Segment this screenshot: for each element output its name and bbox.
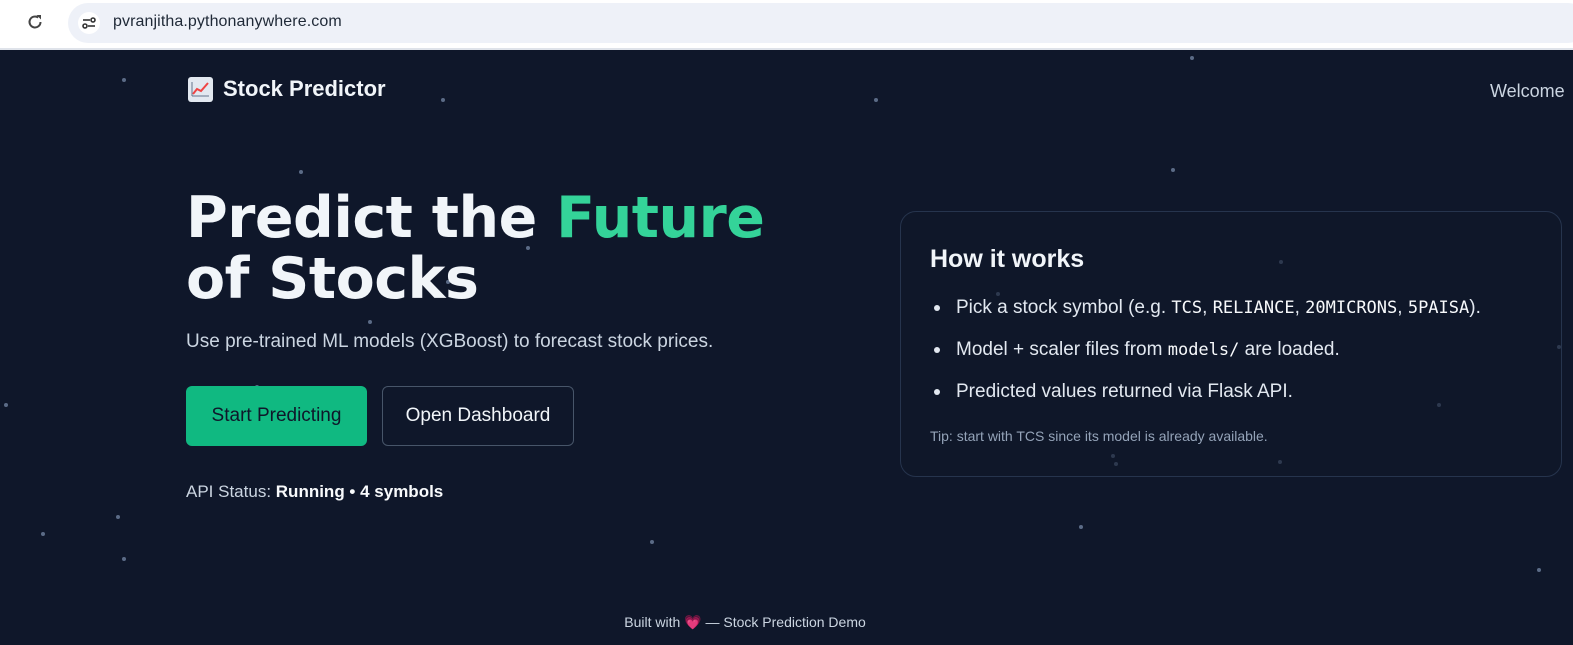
start-predicting-button[interactable]: Start Predicting xyxy=(186,386,367,446)
footer: Built with 💗 — Stock Prediction Demo xyxy=(0,614,1490,631)
star-decoration xyxy=(1079,525,1083,529)
star-decoration xyxy=(4,403,8,407)
api-status-label: API Status: xyxy=(186,482,272,501)
list-item: Pick a stock symbol (e.g. TCS, RELIANCE,… xyxy=(930,295,1481,337)
url-text[interactable]: pvranjitha.pythonanywhere.com xyxy=(113,13,342,31)
star-decoration xyxy=(650,540,654,544)
address-bar[interactable]: pvranjitha.pythonanywhere.com xyxy=(68,3,1573,43)
heart-icon: 💗 xyxy=(684,614,702,630)
symbol-code: 5PAISA xyxy=(1407,298,1470,318)
open-dashboard-button[interactable]: Open Dashboard xyxy=(382,386,574,446)
hero-title-part1: Predict the xyxy=(186,185,557,251)
brand[interactable]: Stock Predictor xyxy=(188,76,386,102)
list-item-text: ). xyxy=(1469,297,1481,318)
brand-name: Stock Predictor xyxy=(223,76,386,101)
how-it-works-card: How it works Pick a stock symbol (e.g. T… xyxy=(900,211,1562,477)
symbol-code: 20MICRONS xyxy=(1305,298,1398,318)
api-status-value: Running • 4 symbols xyxy=(275,482,444,501)
how-it-works-list: Pick a stock symbol (e.g. TCS, RELIANCE,… xyxy=(930,295,1481,421)
models-path-code: models/ xyxy=(1167,340,1240,360)
star-decoration xyxy=(299,170,303,174)
star-decoration xyxy=(1190,56,1194,60)
star-decoration xyxy=(368,320,372,324)
symbol-code: TCS xyxy=(1171,298,1203,318)
star-decoration xyxy=(874,98,878,102)
star-decoration xyxy=(1537,568,1541,572)
card-title: How it works xyxy=(930,245,1085,273)
list-item-text: Model + scaler files from xyxy=(956,339,1168,360)
welcome-text: Welcome xyxy=(1490,81,1565,101)
list-item-text: Pick a stock symbol (e.g. xyxy=(956,297,1172,318)
star-decoration xyxy=(441,98,445,102)
reload-icon[interactable] xyxy=(24,11,46,33)
api-status: API Status: Running • 4 symbols xyxy=(186,482,443,502)
hero-title-part2: of Stocks xyxy=(186,246,479,312)
list-item: Predicted values returned via Flask API. xyxy=(930,379,1481,421)
site-settings-icon[interactable] xyxy=(78,12,100,34)
star-decoration xyxy=(116,515,120,519)
list-item-text: are loaded. xyxy=(1239,339,1340,360)
symbol-code: RELIANCE xyxy=(1212,298,1295,318)
browser-toolbar: pvranjitha.pythonanywhere.com xyxy=(0,0,1573,50)
star-decoration xyxy=(122,557,126,561)
footer-prefix: Built with xyxy=(624,614,685,630)
hero-title: Predict the Future of Stocks xyxy=(186,188,846,310)
star-decoration xyxy=(1171,168,1175,172)
page-content: Stock Predictor Welcome Predict the Futu… xyxy=(0,52,1573,645)
star-decoration xyxy=(122,78,126,82)
hero-subtitle: Use pre-trained ML models (XGBoost) to f… xyxy=(186,331,714,352)
footer-suffix: — Stock Prediction Demo xyxy=(701,614,866,630)
list-item-text: Predicted values returned via Flask API. xyxy=(956,381,1293,402)
star-decoration xyxy=(41,532,45,536)
hero-title-accent: Future xyxy=(556,185,765,251)
list-item: Model + scaler files from models/ are lo… xyxy=(930,337,1481,379)
tip-text: Tip: start with TCS since its model is a… xyxy=(930,428,1268,444)
chart-increasing-icon xyxy=(188,76,213,102)
